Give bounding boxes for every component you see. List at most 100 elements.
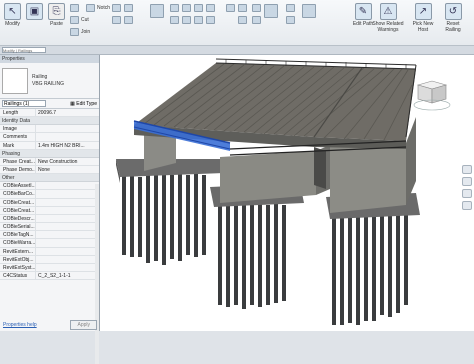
view-icon[interactable] [238, 4, 247, 12]
property-row[interactable]: COBieWarra... [0, 239, 99, 248]
property-row[interactable]: COBieBarCo... [0, 190, 99, 199]
property-row[interactable]: Image [0, 125, 99, 134]
hide-icon[interactable] [238, 16, 247, 24]
move-icon[interactable] [150, 4, 164, 18]
property-row[interactable]: RevitExtern... [0, 247, 99, 256]
measure-icon[interactable] [252, 4, 261, 12]
properties-footer: Properties help Apply [0, 319, 100, 331]
trim-icon[interactable] [194, 16, 203, 24]
property-value[interactable] [36, 256, 99, 263]
orbit-icon[interactable] [462, 201, 472, 210]
property-row[interactable]: Phase Creat... New Construction [0, 157, 99, 166]
offset-icon[interactable] [206, 4, 215, 12]
property-value[interactable] [36, 207, 99, 214]
notch-icon[interactable] [86, 4, 95, 12]
property-name: COBieDescr... [0, 214, 36, 223]
properties-scrollbar[interactable] [95, 184, 99, 364]
property-row[interactable]: C4CStatus C_2_S2_1-1-1 [0, 272, 99, 281]
property-name: RevitExtern... [0, 247, 36, 255]
dimension-icon[interactable] [252, 16, 261, 24]
property-row[interactable]: RevitExtObj... [0, 255, 99, 264]
array-icon[interactable] [182, 16, 191, 24]
property-value[interactable] [36, 223, 99, 230]
view-cube[interactable] [413, 80, 451, 111]
pier-wall [220, 151, 316, 203]
property-value[interactable] [36, 133, 99, 140]
property-name: COBieCreat... [0, 206, 36, 214]
copy-icon[interactable] [170, 4, 179, 12]
join-icon[interactable] [70, 28, 79, 36]
property-group-header[interactable]: Identity Data [0, 117, 99, 126]
pick-host-icon: ↗ [414, 3, 432, 20]
property-row[interactable]: Phase Demo... None [0, 165, 99, 175]
modify-button[interactable]: ↖ Modify [4, 3, 21, 27]
parts-icon[interactable] [286, 16, 295, 24]
match-icon[interactable] [112, 4, 121, 12]
property-name: RevitExtObj... [0, 255, 36, 263]
property-row[interactable]: COBieTagN... [0, 231, 99, 240]
property-row[interactable]: COBieDescr... [0, 214, 99, 224]
property-row[interactable]: COBieCreat... [0, 206, 99, 215]
property-value[interactable] [36, 182, 99, 189]
create-icon[interactable] [264, 4, 278, 18]
paint-icon[interactable] [112, 16, 121, 24]
save-button[interactable]: ▣ [26, 3, 43, 20]
property-row[interactable]: Mark 1.4m HIGH N2 BRI... [0, 141, 99, 150]
pick-new-host-button[interactable]: ↗ Pick New Host [410, 3, 436, 33]
type-selector[interactable]: Railing VBG RAILING [0, 63, 99, 99]
paste-button[interactable]: ⎘ Paste [48, 3, 65, 27]
align-icon[interactable] [124, 4, 133, 12]
pan-icon[interactable] [462, 189, 472, 198]
property-value[interactable]: New Construction [36, 158, 99, 165]
property-value[interactable] [36, 190, 99, 197]
group-icon[interactable] [286, 4, 295, 12]
property-group-header[interactable]: Phasing [0, 149, 99, 158]
property-row[interactable]: RevitExtSyst... [0, 264, 99, 273]
property-value[interactable]: 1.4m HIGH N2 BRI... [36, 142, 99, 149]
selection-dropdown[interactable]: Modify | Railings [2, 47, 46, 53]
edit-path-button[interactable]: ✎ Edit Path [352, 3, 374, 27]
property-value[interactable] [36, 231, 99, 238]
delete-icon[interactable] [206, 16, 215, 24]
cope-icon[interactable] [70, 4, 79, 12]
edit-family-icon[interactable] [302, 4, 316, 18]
nav-wheel-icon[interactable] [462, 165, 472, 174]
properties-panel: Properties Railing VBG RAILING Railings … [0, 55, 100, 364]
property-name: C4CStatus [0, 272, 36, 280]
property-value[interactable] [36, 125, 99, 132]
property-row[interactable]: Comments [0, 133, 99, 142]
zoom-icon[interactable] [462, 177, 472, 186]
show-related-warnings-button[interactable]: ⚠ Show Related Warnings [372, 3, 404, 33]
property-group-header[interactable]: Other [0, 174, 99, 183]
property-row[interactable]: Length 20096.7 [0, 109, 99, 118]
property-value[interactable] [36, 264, 99, 271]
rotate-icon[interactable] [170, 16, 179, 24]
property-row[interactable]: COBieAssetI... [0, 182, 99, 191]
mirror-icon[interactable] [182, 4, 191, 12]
pin-icon[interactable] [226, 4, 235, 12]
property-value[interactable]: C_2_S2_1-1-1 [36, 272, 99, 279]
properties-help-link[interactable]: Properties help [3, 322, 37, 328]
properties-title: Properties [0, 55, 99, 63]
apply-button[interactable]: Apply [70, 320, 97, 330]
property-value[interactable]: None [36, 166, 99, 173]
3d-viewport[interactable] [100, 55, 474, 331]
bridge-model[interactable] [100, 55, 474, 331]
property-value[interactable] [36, 215, 99, 222]
split-icon[interactable] [124, 16, 133, 24]
instance-selector[interactable]: Railings (1) [2, 100, 46, 107]
property-value[interactable]: 20096.7 [36, 109, 99, 116]
edit-type-button[interactable]: ▦ Edit Type [70, 101, 97, 107]
property-row[interactable]: COBieCreat... [0, 198, 99, 207]
cursor-icon: ↖ [4, 3, 21, 20]
reset-railing-button[interactable]: ↺ Reset Railing [440, 3, 466, 33]
property-row[interactable]: COBieSerial... [0, 223, 99, 232]
property-name: COBieWarra... [0, 239, 36, 247]
property-name: COBieSerial... [0, 223, 36, 231]
property-value[interactable] [36, 199, 99, 206]
scale-icon[interactable] [194, 4, 203, 12]
family-name: Railing [32, 73, 48, 80]
cut-icon[interactable] [70, 16, 79, 24]
property-value[interactable] [36, 239, 99, 246]
property-value[interactable] [36, 248, 99, 255]
